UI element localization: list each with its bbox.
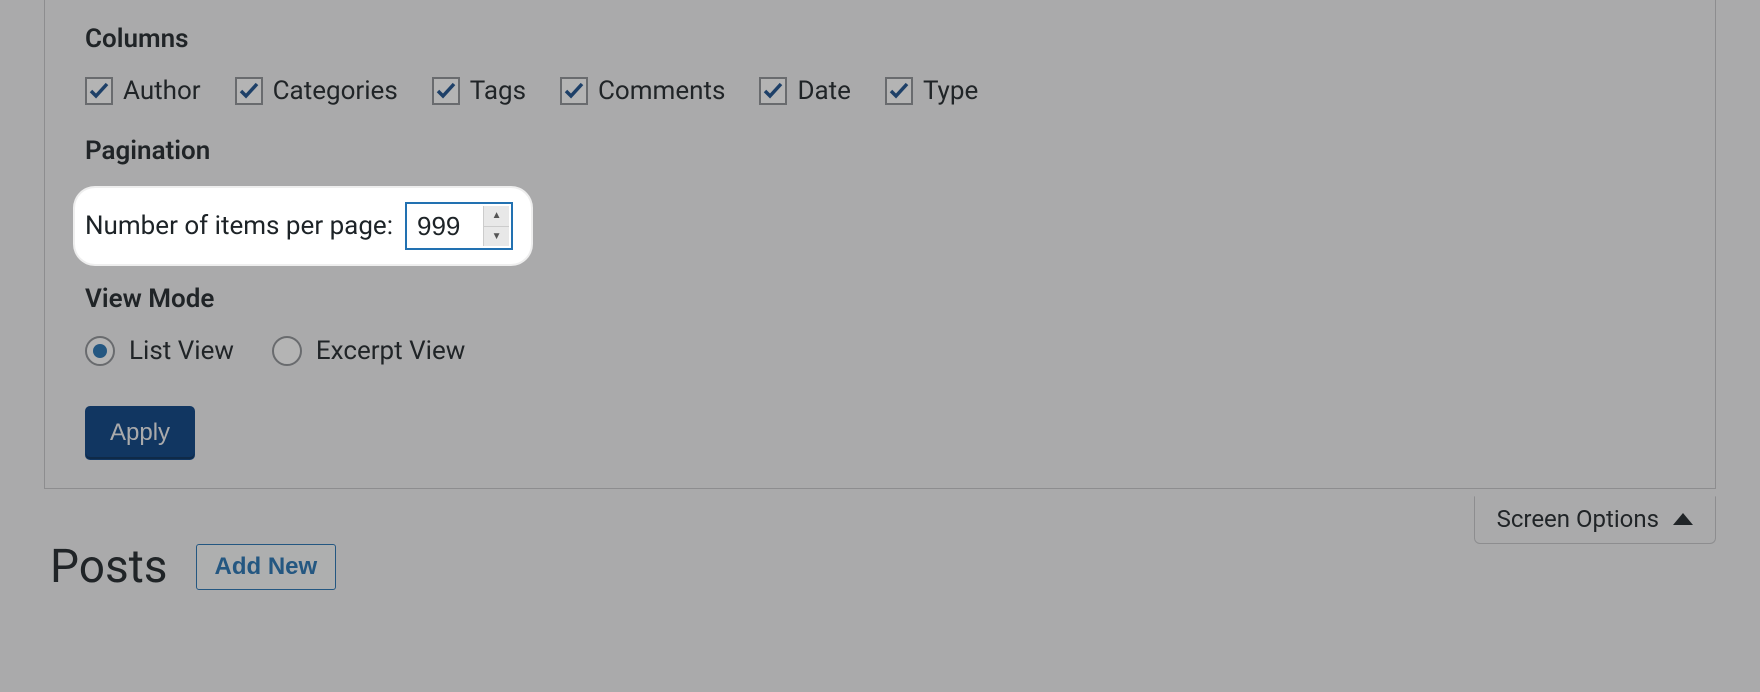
checkbox-label: Type (923, 76, 978, 106)
checkbox-label: Comments (598, 76, 725, 106)
view-mode-excerpt[interactable]: Excerpt View (272, 336, 465, 366)
columns-heading: Columns (85, 24, 1675, 54)
checkbox-icon (85, 77, 113, 105)
column-checkbox-type[interactable]: Type (885, 76, 978, 106)
chevron-up-icon (1673, 513, 1693, 525)
apply-button[interactable]: Apply (85, 406, 195, 460)
pagination-heading: Pagination (85, 136, 1675, 166)
page-header: Posts Add New (50, 540, 336, 594)
view-mode-heading: View Mode (85, 284, 1675, 314)
column-checkbox-author[interactable]: Author (85, 76, 201, 106)
number-spinner: ▲ ▼ (483, 206, 509, 246)
view-mode-row: List View Excerpt View (85, 336, 1675, 366)
screen-options-panel: Columns Author Categories Tags Comments (44, 0, 1716, 489)
screen-options-tab-label: Screen Options (1497, 505, 1659, 533)
radio-icon (272, 336, 302, 366)
checkbox-label: Categories (273, 76, 398, 106)
checkbox-icon (885, 77, 913, 105)
column-checkbox-tags[interactable]: Tags (432, 76, 526, 106)
columns-checkbox-row: Author Categories Tags Comments Date (85, 76, 1675, 106)
checkbox-label: Author (123, 76, 201, 106)
checkbox-icon (560, 77, 588, 105)
column-checkbox-categories[interactable]: Categories (235, 76, 398, 106)
checkbox-label: Date (797, 76, 851, 106)
column-checkbox-comments[interactable]: Comments (560, 76, 725, 106)
items-per-page-region: Number of items per page: ▲ ▼ (75, 188, 531, 264)
items-per-page-label: Number of items per page: (85, 211, 393, 241)
add-new-button[interactable]: Add New (196, 544, 337, 590)
radio-icon (85, 336, 115, 366)
page-title: Posts (50, 540, 168, 594)
checkbox-label: Tags (470, 76, 526, 106)
radio-label: List View (129, 336, 234, 366)
radio-label: Excerpt View (316, 336, 465, 366)
spinner-up-icon[interactable]: ▲ (484, 206, 509, 227)
checkbox-icon (759, 77, 787, 105)
spinner-down-icon[interactable]: ▼ (484, 227, 509, 247)
view-mode-list[interactable]: List View (85, 336, 234, 366)
checkbox-icon (235, 77, 263, 105)
screen-options-tab[interactable]: Screen Options (1474, 496, 1716, 544)
checkbox-icon (432, 77, 460, 105)
column-checkbox-date[interactable]: Date (759, 76, 851, 106)
